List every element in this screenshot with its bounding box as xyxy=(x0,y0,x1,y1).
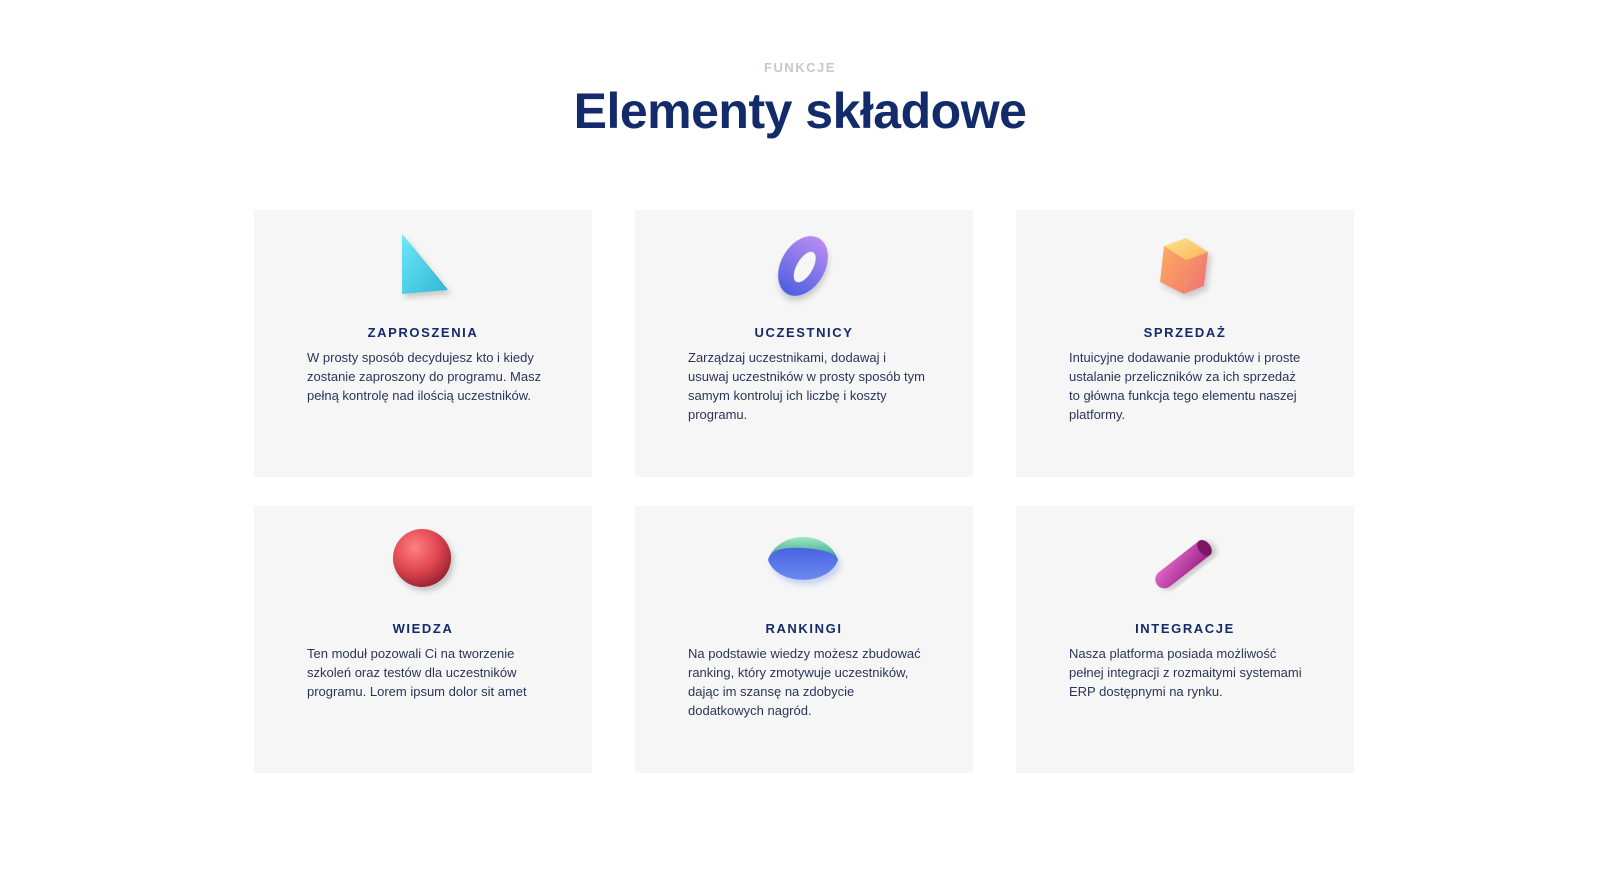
feature-card-rankingi: RANKINGI Na podstawie wiedzy możesz zbud… xyxy=(635,506,973,773)
card-description: Zarządzaj uczestnikami, dodawaj i usuwaj… xyxy=(688,350,925,422)
section-title: Elementy składowe xyxy=(573,83,1027,139)
torus-icon xyxy=(763,232,845,314)
cube-icon xyxy=(1144,232,1226,314)
feature-card-wiedza: WIEDZA Ten moduł pozowali Ci na tworzeni… xyxy=(254,506,592,773)
card-description: Nasza platforma posiada możliwość pełnej… xyxy=(1069,646,1302,699)
card-title: INTEGRACJE xyxy=(1135,621,1235,636)
sphere-icon xyxy=(382,528,464,610)
triangle-prism-icon xyxy=(382,232,464,314)
section-eyebrow: FUNKCJE xyxy=(764,60,836,75)
feature-card-sprzedaz: SPRZEDAŻ Intuicyjne dodawanie produktów … xyxy=(1016,210,1354,477)
card-title: RANKINGI xyxy=(765,621,843,636)
feature-card-uczestnicy: UCZESTNICY Zarządzaj uczestnikami, dodaw… xyxy=(635,210,973,477)
card-title: UCZESTNICY xyxy=(754,325,854,340)
feature-card-integracje: INTEGRACJE Nasza platforma posiada możli… xyxy=(1016,506,1354,773)
card-title: SPRZEDAŻ xyxy=(1143,325,1227,340)
card-title: ZAPROSZENIA xyxy=(367,325,479,340)
cylinder-icon xyxy=(1144,528,1226,610)
card-title: WIEDZA xyxy=(392,621,454,636)
card-description: Intuicyjne dodawanie produktów i proste … xyxy=(1069,350,1301,422)
card-description: Na podstawie wiedzy możesz zbudować rank… xyxy=(688,646,921,718)
card-description: W prosty sposób decydujesz kto i kiedy z… xyxy=(307,350,542,403)
card-description: Ten moduł pozowali Ci na tworzenie szkol… xyxy=(307,646,527,699)
hemisphere-icon xyxy=(763,528,845,610)
feature-card-zaproszenia: ZAPROSZENIA W prosty sposób decydujesz k… xyxy=(254,210,592,477)
